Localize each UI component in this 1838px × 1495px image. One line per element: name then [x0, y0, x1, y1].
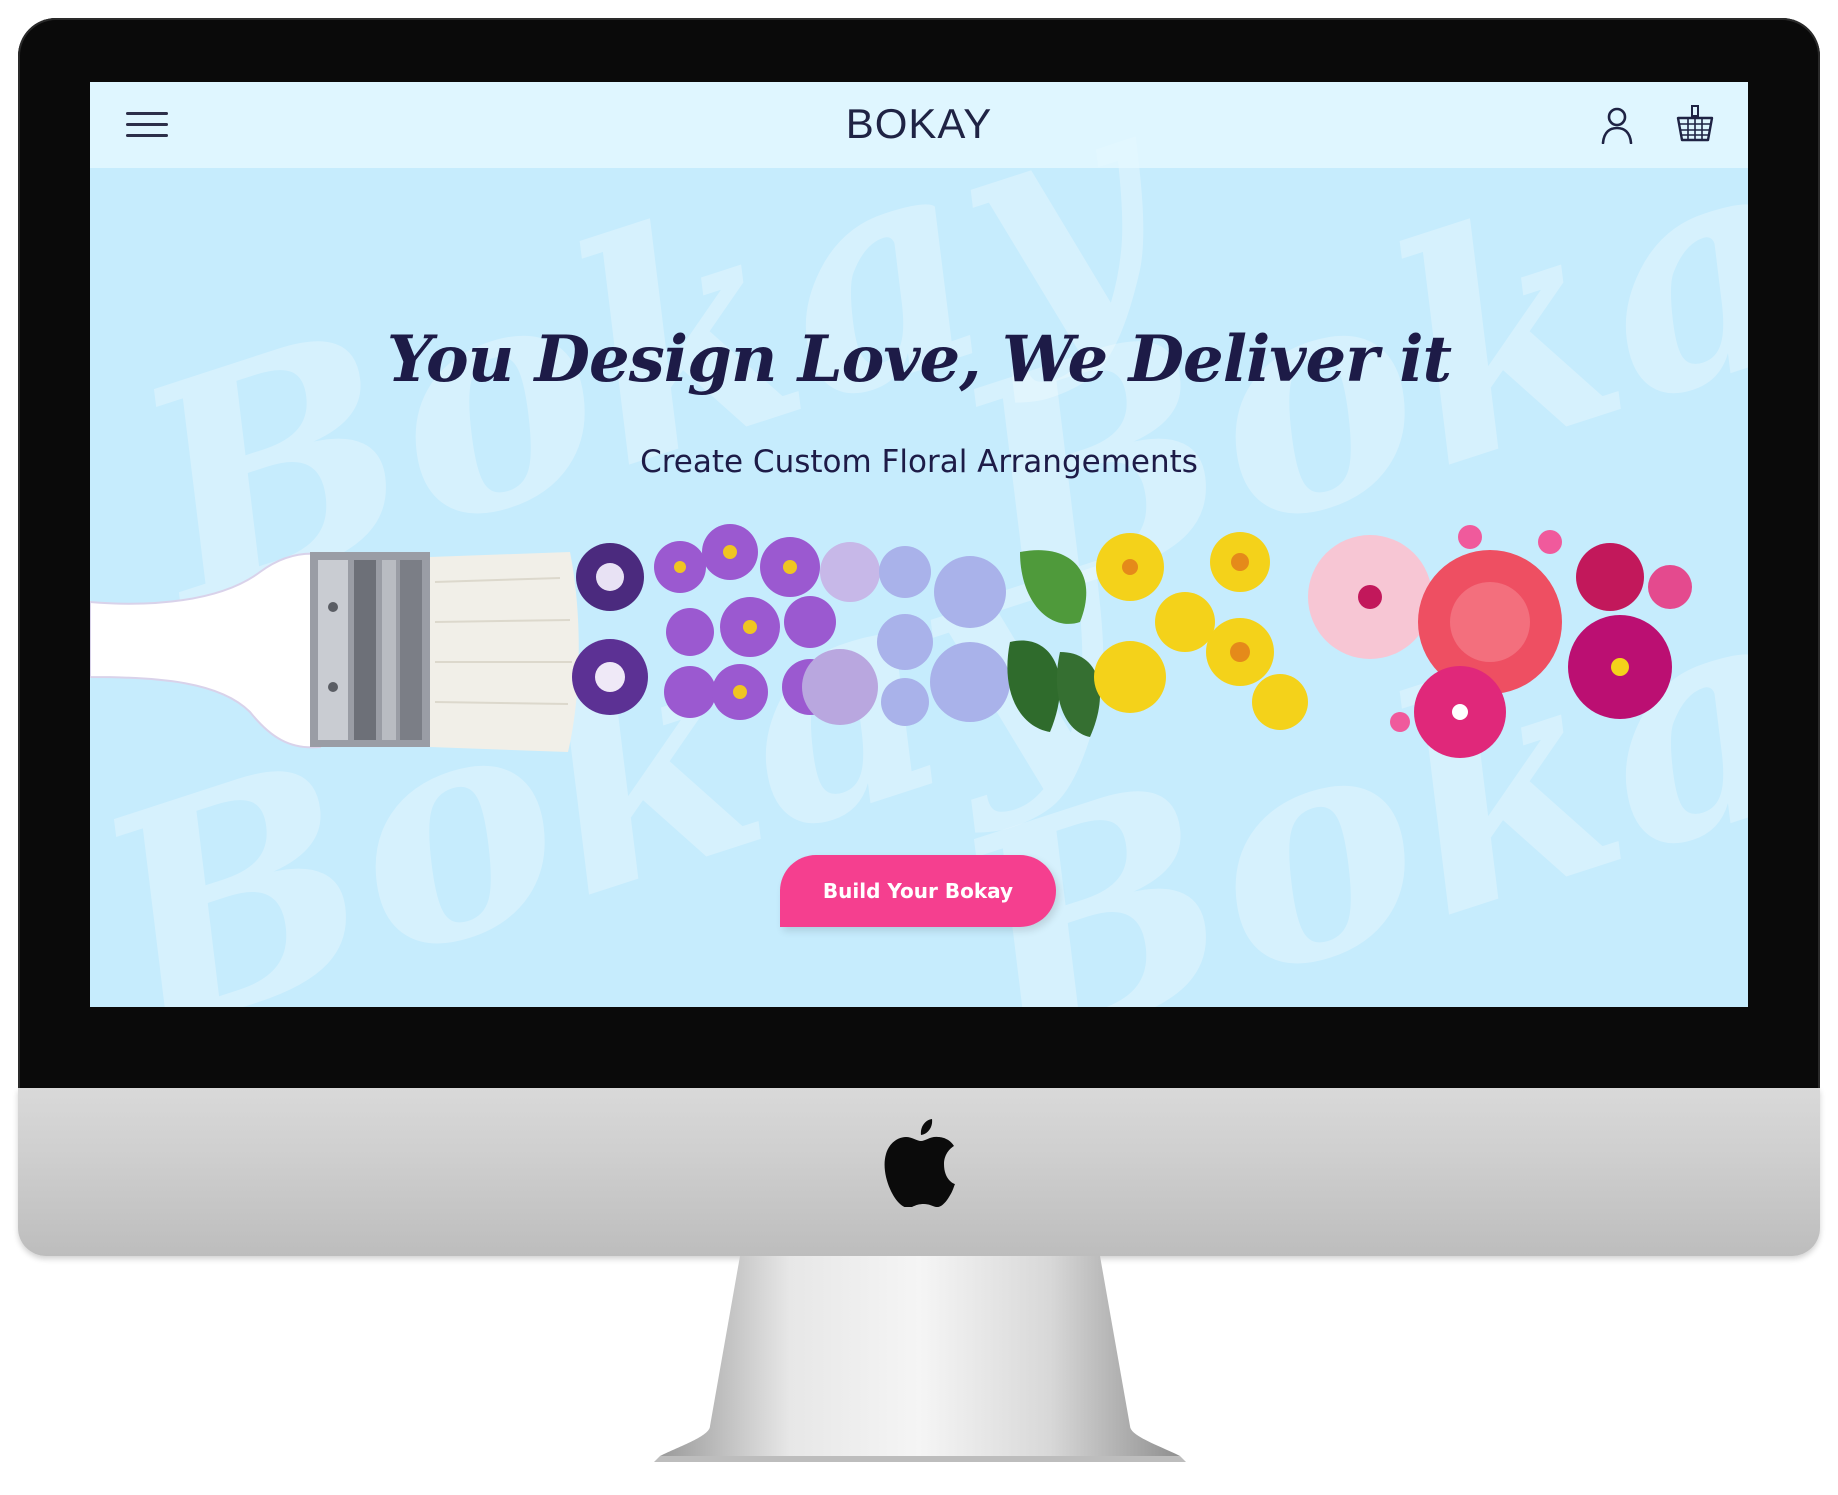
- monitor-stand: [654, 1256, 1186, 1462]
- hero-headline: You Design Love, We Deliver it: [386, 322, 1452, 397]
- imac-mockup: Bokay Bokay Bokay Bokay BOKAY You Design…: [0, 0, 1838, 1495]
- apple-logo-icon: [884, 1119, 955, 1207]
- build-your-bokay-button[interactable]: Build Your Bokay: [780, 855, 1056, 927]
- basket-icon[interactable]: [1675, 104, 1715, 144]
- paintbrush-flowers-image: [90, 524, 1692, 758]
- hero-subheadline: Create Custom Floral Arrangements: [640, 444, 1198, 480]
- website-screen: Bokay Bokay Bokay Bokay BOKAY You Design…: [90, 82, 1748, 1007]
- user-icon[interactable]: [1600, 106, 1634, 144]
- top-navigation-bar: BOKAY: [90, 82, 1748, 168]
- flower-purple-pansy: [572, 543, 648, 715]
- site-logo[interactable]: BOKAY: [90, 100, 1748, 148]
